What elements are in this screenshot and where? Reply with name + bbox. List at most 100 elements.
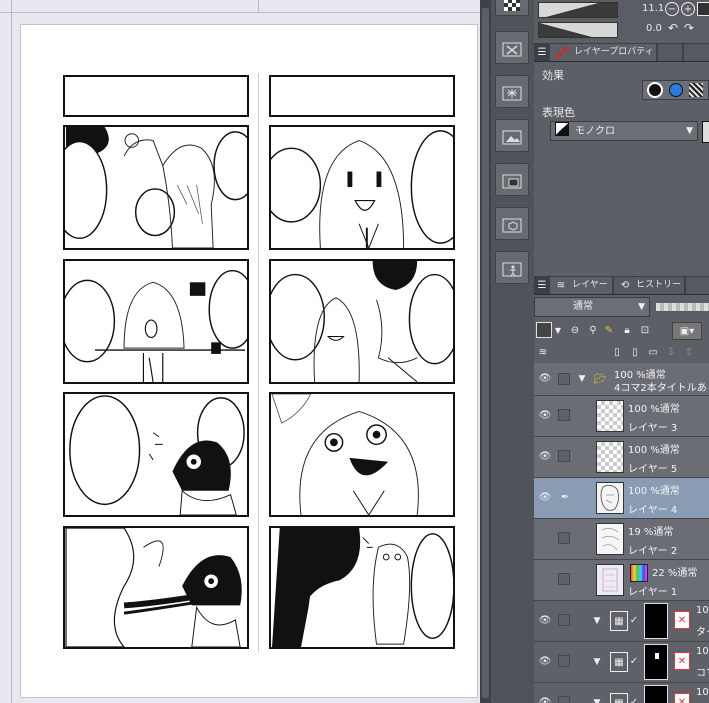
scrollbar-thumb[interactable]	[482, 8, 489, 698]
folder-delete-icon[interactable]	[495, 31, 529, 64]
lock-icon[interactable]: 🔒︎	[620, 322, 634, 338]
blend-mode-select[interactable]: 通常 ▼	[534, 297, 650, 317]
comic-panel-left-2[interactable]	[63, 259, 249, 384]
rotate-left-icon[interactable]: ↶	[667, 21, 679, 35]
eye-icon[interactable]: 👁︎	[538, 696, 552, 703]
color-swatch[interactable]	[702, 121, 709, 143]
layer-name: タイ	[696, 627, 709, 638]
frame-folder-icon: ▦	[610, 693, 628, 703]
tab-layer[interactable]: ≋ レイヤー	[550, 277, 612, 294]
panel-menu-icon[interactable]: ☰	[536, 45, 548, 59]
lock-checkbox[interactable]	[558, 614, 570, 626]
new-folder-icon[interactable]: ▭	[646, 344, 660, 360]
canvas-area[interactable]	[0, 0, 480, 703]
title-frame-right[interactable]	[269, 75, 455, 117]
new-vector-layer-icon[interactable]: ▯	[628, 344, 642, 360]
canvas-vertical-scrollbar[interactable]	[480, 0, 491, 703]
fit-screen-icon[interactable]	[697, 2, 709, 16]
comic-panel-left-1[interactable]	[63, 125, 249, 250]
lock-checkbox[interactable]	[558, 450, 570, 462]
tab-property-2[interactable]	[658, 44, 682, 61]
folder-figure-icon[interactable]	[495, 251, 529, 284]
reference-icon[interactable]: ⚲	[586, 322, 600, 338]
rotate-right-icon[interactable]: ↷	[683, 21, 695, 35]
mask-disabled-icon[interactable]: ✕	[674, 693, 690, 703]
layer-row[interactable]: · 22 %通常 レイヤー 1	[534, 560, 709, 601]
blend-mode-value: 通常	[573, 301, 593, 312]
eye-icon[interactable]: 👁︎	[538, 491, 552, 505]
lock-checkbox[interactable]	[558, 409, 570, 421]
zoom-out-icon[interactable]: −	[665, 2, 679, 16]
eye-hidden-icon[interactable]: ·	[538, 573, 552, 587]
mask-thumbnail	[644, 685, 668, 703]
title-frame-left[interactable]	[63, 75, 249, 117]
layers-icon[interactable]: ≋	[536, 344, 550, 360]
lock-checkbox[interactable]	[558, 655, 570, 667]
lock-checkbox[interactable]	[558, 373, 570, 385]
layer-blend: 100 %通常	[628, 404, 680, 415]
tone-effect-icon[interactable]	[689, 83, 703, 97]
comic-panel-left-4[interactable]	[63, 526, 249, 649]
color-effect-icon[interactable]	[669, 83, 683, 97]
zoom-in-icon[interactable]: +	[681, 2, 695, 16]
panel-illustration	[65, 269, 247, 382]
frame-folder-row[interactable]: 👁︎ ▼ ▦ ✓ ✕ 100 コマ	[534, 642, 709, 683]
comic-panel-left-3[interactable]	[63, 392, 249, 517]
manga-page[interactable]	[20, 24, 478, 698]
mask-disabled-icon[interactable]: ✕	[674, 611, 690, 629]
frame-folder-row[interactable]: 👁︎ ▼ ▦ ✓ ✕ 100	[534, 683, 709, 703]
mask-disabled-icon[interactable]: ✕	[674, 652, 690, 670]
layer-thumbnail	[596, 564, 624, 596]
expand-icon[interactable]: ▼	[592, 614, 602, 628]
eye-icon[interactable]: 👁︎	[538, 655, 552, 669]
expand-icon[interactable]: ▼	[576, 372, 588, 386]
opacity-slider[interactable]	[656, 303, 709, 311]
eye-icon[interactable]: 👁︎	[538, 372, 552, 386]
lock-checkbox[interactable]	[558, 532, 570, 544]
panel-illustration	[65, 528, 242, 647]
eye-hidden-icon[interactable]: ·	[538, 532, 552, 546]
clip-icon[interactable]: ⊖	[568, 322, 582, 338]
border-effect-icon[interactable]	[647, 82, 663, 98]
expand-icon[interactable]: ▼	[592, 696, 602, 703]
comic-panel-right-4[interactable]	[269, 526, 455, 649]
layer-row[interactable]: 👁︎ 100 %通常 レイヤー 3	[534, 396, 709, 437]
comic-panel-right-2[interactable]	[269, 259, 455, 384]
tab-history[interactable]: ⟲ ヒストリー	[614, 277, 684, 294]
comic-panel-right-3[interactable]	[269, 392, 455, 517]
folder-effect-icon[interactable]	[495, 75, 529, 108]
panel-menu-icon[interactable]: ☰	[536, 278, 548, 292]
folder-frame-icon[interactable]	[495, 163, 529, 196]
tab-more[interactable]	[686, 277, 709, 294]
layer-folder-row[interactable]: 👁︎ ▼ 📂︎ 100 %通常 4コマ2本タイトルあり	[534, 363, 709, 396]
navigator-preview[interactable]	[538, 2, 618, 18]
move-down-icon[interactable]: ⇩	[664, 344, 678, 360]
layer-row-selected[interactable]: 👁︎ ✒ 100 %通常 レイヤー 4	[534, 478, 709, 519]
move-up-icon[interactable]: ⇧	[682, 344, 696, 360]
tab-layer-property[interactable]: レイヤープロパティ	[550, 44, 656, 61]
checker-icon[interactable]	[495, 0, 529, 16]
lock-checkbox[interactable]	[558, 573, 570, 585]
lock-checkbox[interactable]	[558, 696, 570, 703]
zoom-value: 11.1	[642, 3, 665, 14]
folder-image-icon[interactable]	[495, 119, 529, 152]
eye-icon[interactable]: 👁︎	[538, 450, 552, 464]
layer-blend: 100	[696, 605, 709, 616]
eye-icon[interactable]: 👁︎	[538, 409, 552, 423]
draft-icon[interactable]: ✎	[602, 322, 616, 338]
new-raster-layer-icon[interactable]: ▯	[610, 344, 624, 360]
navigator-preview-2[interactable]	[538, 22, 618, 38]
layer-row[interactable]: · 19 %通常 レイヤー 2	[534, 519, 709, 560]
tab-property-3[interactable]	[684, 44, 709, 61]
mask-icon[interactable]: ▣▾	[672, 322, 702, 340]
expand-icon[interactable]: ▼	[592, 655, 602, 669]
frame-folder-row[interactable]: 👁︎ ▼ ▦ ✓ ✕ 100 タイ	[534, 601, 709, 642]
layer-row[interactable]: 👁︎ 100 %通常 レイヤー 5	[534, 437, 709, 478]
chevron-down-icon[interactable]: ▼	[553, 322, 563, 338]
color-mode-select[interactable]: モノクロ ▼	[550, 121, 698, 141]
lock-transparent-icon[interactable]: ⊡	[638, 322, 652, 338]
eye-icon[interactable]: 👁︎	[538, 614, 552, 628]
comic-panel-right-1[interactable]	[269, 125, 455, 250]
layer-color-icon[interactable]	[536, 322, 552, 338]
folder-3d-icon[interactable]	[495, 207, 529, 240]
